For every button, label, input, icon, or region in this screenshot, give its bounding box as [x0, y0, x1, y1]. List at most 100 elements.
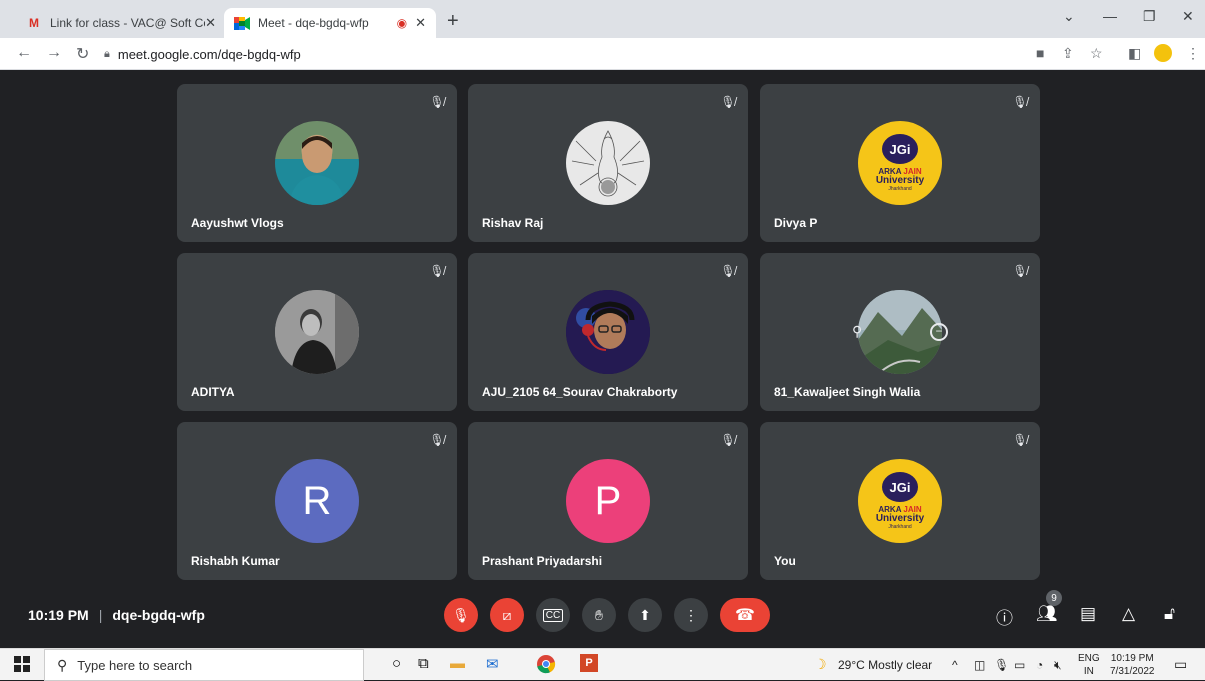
chevron-up-icon[interactable]: ^ [952, 658, 958, 672]
bookmark-star-icon[interactable]: ☆ [1090, 45, 1103, 62]
side-panel-icon[interactable]: ◧ [1128, 45, 1141, 62]
activities-icon[interactable]: △ [1122, 604, 1135, 624]
back-icon[interactable]: ← [16, 44, 32, 62]
search-placeholder: Type here to search [77, 657, 193, 673]
weather-text[interactable]: 29°C Mostly clear [838, 658, 932, 672]
close-window-icon[interactable]: ✕ [1182, 8, 1194, 25]
gmail-icon: M [29, 16, 39, 30]
wifi-icon[interactable]: ◔ [1036, 658, 1043, 672]
people-icon[interactable]: 👥︎ [1036, 604, 1058, 624]
participant-tile[interactable]: 🎙︎̸ Aayushwt Vlogs [177, 84, 457, 242]
tab-meet[interactable]: Meet - dqe-bgdq-wfp ◉ ✕ [224, 8, 436, 38]
chat-icon[interactable]: ▤ [1080, 604, 1096, 624]
recording-icon: ◉ [396, 16, 408, 30]
file-explorer-icon[interactable]: ▬ [450, 655, 465, 672]
participant-name: Aayushwt Vlogs [191, 216, 284, 230]
camera-toggle-button[interactable]: ⧄ [490, 598, 524, 632]
mic-off-icon: 🎙︎̸ [1012, 264, 1028, 278]
participant-tile[interactable]: 🎙︎̸ R Rishabh Kumar [177, 422, 457, 580]
taskbar-search-box[interactable]: ⚲ Type here to search [44, 649, 364, 681]
volume-muted-icon[interactable]: 🔇︎ [1054, 658, 1062, 673]
participant-name: AJU_2105 64_Sourav Chakraborty [482, 385, 678, 399]
participant-name: Rishabh Kumar [191, 554, 280, 568]
participant-tile[interactable]: 🎙︎̸ Rishav Raj [468, 84, 748, 242]
avatar [275, 290, 359, 374]
hand-icon: ✋︎ [595, 606, 603, 623]
host-controls-icon[interactable]: 🔓︎ [1164, 604, 1175, 624]
participant-tile[interactable]: 🎙︎̸ AJU_2105 64_Sourav Chakraborty [468, 253, 748, 411]
tab-title: Link for class - VAC@ Soft Comp [50, 16, 205, 30]
logo-text: University [875, 175, 925, 186]
university-logo-avatar: JGi ARKA JAIN University Jharkhand [858, 121, 942, 205]
task-view-icon[interactable]: ⧉ [418, 655, 429, 672]
logo-text: Jharkhand [888, 186, 912, 192]
captions-icon: CC [542, 608, 564, 622]
restore-icon[interactable]: ❐ [1143, 8, 1156, 25]
camera-in-use-icon[interactable]: ■ [1036, 45, 1044, 61]
share-icon[interactable]: ⇪ [1062, 45, 1074, 62]
tab-gmail[interactable]: M Link for class - VAC@ Soft Comp ✕ [16, 8, 226, 38]
meeting-code: dqe-bgdq-wfp [112, 607, 205, 623]
chrome-icon[interactable] [536, 654, 556, 678]
present-icon: ⬆ [639, 606, 651, 623]
battery-icon[interactable]: ▭ [1014, 658, 1025, 672]
participant-tile-self[interactable]: 🎙︎̸ JGi ARKA JAIN University Jharkhand Y… [760, 422, 1040, 580]
avatar [275, 121, 359, 205]
lang-text: ENG [1078, 653, 1100, 664]
tab-title: Meet - dqe-bgdq-wfp [258, 16, 369, 30]
system-clock[interactable]: 10:19 PM 7/31/2022 [1110, 652, 1155, 678]
participant-name: Rishav Raj [482, 216, 544, 230]
participant-tile[interactable]: 🎙︎̸ ⚲ − 81_Kawaljeet Singh Walia [760, 253, 1040, 411]
meeting-time: 10:19 PM [28, 607, 89, 623]
search-icon: ⚲ [57, 656, 68, 673]
mail-icon[interactable]: ✉ [486, 655, 499, 673]
profile-avatar[interactable] [1154, 44, 1172, 62]
participant-name: Divya P [774, 216, 818, 230]
meet-icon [234, 16, 250, 30]
close-tab-icon[interactable]: ✕ [205, 15, 216, 31]
mic-off-icon: 🎙︎̸ [720, 433, 736, 447]
menu-kebab-icon[interactable]: ⋮ [1186, 45, 1200, 62]
mic-off-icon: 🎙︎̸ [1012, 95, 1028, 109]
minimize-icon[interactable]: — [1103, 8, 1117, 24]
participant-name: 81_Kawaljeet Singh Walia [774, 385, 921, 399]
close-tab-icon[interactable]: ✕ [415, 15, 426, 31]
remove-icon[interactable]: − [930, 323, 948, 341]
avatar-letter: P [594, 478, 622, 523]
powerpoint-icon[interactable]: P [580, 654, 598, 672]
pin-icon[interactable]: ⚲ [852, 323, 862, 340]
participant-tile[interactable]: 🎙︎̸ P Prashant Priyadarshi [468, 422, 748, 580]
avatar [566, 290, 650, 374]
participant-tile[interactable]: 🎙︎̸ JGi ARKA JAIN University Jharkhand D… [760, 84, 1040, 242]
mic-off-icon: 🎙︎̸ [429, 264, 445, 278]
info-icon[interactable]: ⓘ [996, 604, 1013, 629]
raise-hand-button[interactable]: ✋︎ [582, 598, 616, 632]
captions-button[interactable]: CC [536, 598, 570, 632]
meet-tray-icon[interactable]: ◫ [974, 658, 985, 672]
participant-name: ADITYA [191, 385, 235, 399]
present-button[interactable]: ⬆ [628, 598, 662, 632]
lang-text: IN [1083, 666, 1094, 677]
letter-avatar: P [566, 459, 650, 543]
weather-icon[interactable]: ☽ [814, 656, 827, 673]
mic-tray-icon[interactable]: 🎙︎ [994, 658, 1009, 672]
reload-icon[interactable]: ↻ [76, 44, 89, 64]
new-tab-icon[interactable]: + [447, 10, 459, 33]
notification-icon[interactable]: ▭ [1174, 656, 1187, 673]
avatar-letter: R [302, 478, 332, 523]
leave-call-button[interactable]: ☎ [720, 598, 770, 632]
university-logo-avatar: JGi ARKA JAIN University Jharkhand [858, 459, 942, 543]
cortana-icon[interactable]: ○ [392, 655, 401, 672]
letter-avatar: R [275, 459, 359, 543]
more-options-button[interactable]: ⋮ [674, 598, 708, 632]
tab-search-icon[interactable]: ⌄ [1063, 8, 1075, 25]
forward-icon[interactable]: → [46, 44, 62, 62]
url-field[interactable]: 🔒︎ meet.google.com/dqe-bgdq-wfp [104, 42, 1024, 66]
mic-toggle-button[interactable]: 🎙︎ [444, 598, 478, 632]
jgi-mark: JGi [882, 134, 918, 164]
logo-text: Jharkhand [888, 524, 912, 530]
participant-tile[interactable]: 🎙︎̸ ADITYA [177, 253, 457, 411]
lock-icon[interactable]: 🔒︎ [104, 48, 110, 61]
language-indicator[interactable]: ENG IN [1078, 652, 1100, 678]
windows-start-icon[interactable] [14, 656, 30, 676]
